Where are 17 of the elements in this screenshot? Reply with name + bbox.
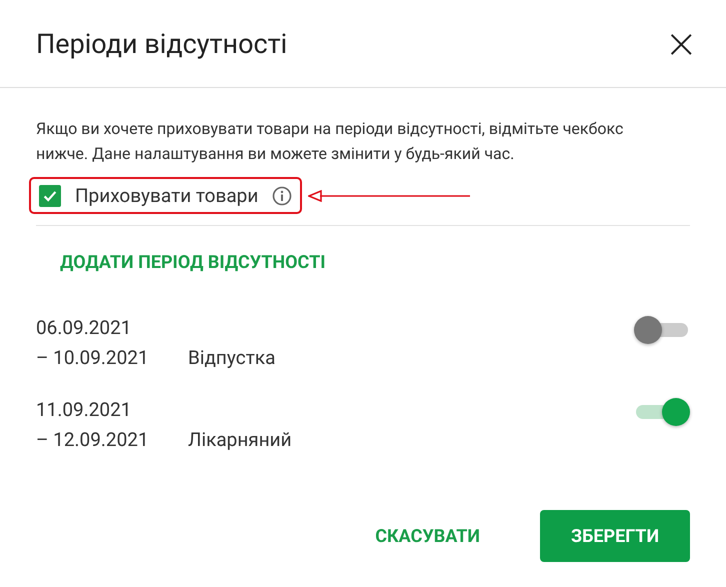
dialog-title: Періоди відсутності	[36, 28, 288, 60]
checkbox[interactable]	[39, 184, 61, 206]
toggle-switch[interactable]	[634, 315, 690, 345]
period-reason: Відпустка	[188, 346, 276, 369]
info-icon[interactable]	[272, 186, 292, 206]
cancel-button[interactable]: СКАСУВАТИ	[375, 526, 480, 546]
end-date: – 12.09.2021	[36, 427, 150, 453]
end-date: – 10.09.2021	[36, 345, 150, 371]
save-button[interactable]: ЗБЕРЕГТИ	[540, 510, 690, 562]
start-date: 06.09.2021	[36, 315, 132, 341]
toggle-switch[interactable]	[634, 397, 690, 427]
add-period-button[interactable]: ДОДАТИ ПЕРІОД ВІДСУТНОСТІ	[60, 252, 326, 273]
period-reason: Лікарняний	[188, 428, 292, 451]
checkbox-label[interactable]: Приховувати товари	[75, 184, 258, 207]
description-text: Якщо ви хочете приховувати товари на періоди відсутності, відмітьте чекбокс нижче. Дане налаштування ви можете змінити у будь-який час.	[36, 118, 624, 165]
close-button[interactable]: ×	[658, 24, 704, 64]
start-date: 11.09.2021	[36, 397, 132, 423]
